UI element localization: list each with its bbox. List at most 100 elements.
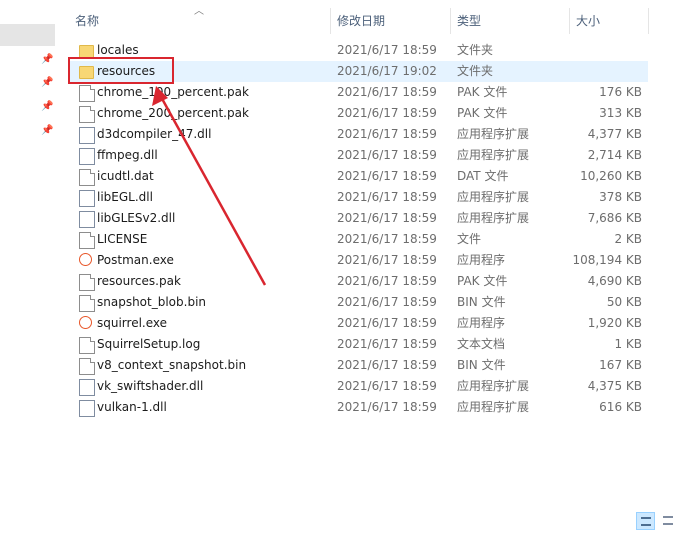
file-name: resources.pak xyxy=(97,274,181,288)
file-row[interactable]: resources.pak 2021/6/17 18:59 PAK 文件 4,690 … xyxy=(64,271,648,292)
sort-ascending-icon: ︿ xyxy=(194,6,204,17)
file-name: snapshot_blob.bin xyxy=(97,295,207,309)
file-size: 2 KB xyxy=(614,232,642,246)
file-size: 313 KB xyxy=(599,106,642,120)
dll-icon xyxy=(79,127,95,144)
file-name: libEGL.dll xyxy=(97,190,153,204)
file-name: squirrel.exe xyxy=(97,316,168,330)
file-row[interactable]: libEGL.dll 2021/6/17 18:59 应用程序扩展 378 KB xyxy=(64,187,648,208)
pin-icon[interactable]: 📌 xyxy=(41,55,53,65)
highlight-box xyxy=(68,57,174,84)
file-icon xyxy=(79,358,95,375)
file-size: 50 KB xyxy=(606,295,642,309)
column-type-header[interactable]: 类型 xyxy=(457,8,481,34)
file-name: SquirrelSetup.log xyxy=(97,337,201,351)
navigation-pane: 📌 📌 📌 📌 xyxy=(0,0,56,535)
file-type: BIN 文件 xyxy=(457,358,506,372)
file-row[interactable]: d3dcompiler_47.dll 2021/6/17 18:59 应用程序扩展 4… xyxy=(64,124,648,145)
file-size: 4,375 KB xyxy=(587,379,642,393)
file-row[interactable]: LICENSE 2021/6/17 18:59 文件 2 KB xyxy=(64,229,648,250)
file-icon xyxy=(79,169,95,186)
file-icon xyxy=(79,232,95,249)
file-row[interactable]: SquirrelSetup.log 2021/6/17 18:59 文本文档 1 KB xyxy=(64,334,648,355)
file-name: chrome_100_percent.pak xyxy=(97,85,249,99)
large-icons-view-button[interactable] xyxy=(659,512,678,530)
dll-icon xyxy=(79,148,95,165)
file-date: 2021/6/17 18:59 xyxy=(337,232,437,246)
column-modified-header[interactable]: 修改日期 xyxy=(337,8,385,34)
pin-icon[interactable]: 📌 xyxy=(41,126,53,136)
pin-icon[interactable]: 📌 xyxy=(41,102,53,112)
file-type: 应用程序扩展 xyxy=(457,190,530,204)
file-name: ffmpeg.dll xyxy=(97,148,158,162)
column-size-header[interactable]: 大小 xyxy=(576,8,600,34)
file-row[interactable]: v8_context_snapshot.bin 2021/6/17 18:59 BI… xyxy=(64,355,648,376)
file-date: 2021/6/17 18:59 xyxy=(337,85,437,99)
column-divider[interactable] xyxy=(648,8,649,34)
file-row[interactable]: chrome_200_percent.pak 2021/6/17 18:59 PAK… xyxy=(64,103,648,124)
file-date: 2021/6/17 18:59 xyxy=(337,295,437,309)
column-divider[interactable] xyxy=(330,8,331,34)
file-name: libGLESv2.dll xyxy=(97,211,176,225)
file-type: 文件 xyxy=(457,232,482,246)
details-view-button[interactable] xyxy=(636,512,655,530)
file-size: 1 KB xyxy=(614,337,642,351)
file-icon xyxy=(79,337,95,354)
file-icon xyxy=(79,274,95,291)
file-type: 应用程序 xyxy=(457,253,506,267)
view-mode-buttons xyxy=(636,512,682,530)
column-name-header[interactable]: 名称 xyxy=(75,8,99,34)
file-row[interactable]: vk_swiftshader.dll 2021/6/17 18:59 应用程序扩展 4… xyxy=(64,376,648,397)
dll-icon xyxy=(79,211,95,228)
file-date: 2021/6/17 18:59 xyxy=(337,190,437,204)
file-date: 2021/6/17 18:59 xyxy=(337,169,437,183)
file-type: 应用程序扩展 xyxy=(457,211,530,225)
file-row[interactable]: chrome_100_percent.pak 2021/6/17 18:59 PAK… xyxy=(64,82,648,103)
file-type: DAT 文件 xyxy=(457,169,509,183)
file-row[interactable]: ffmpeg.dll 2021/6/17 18:59 应用程序扩展 2,714 KB xyxy=(64,145,648,166)
file-type: PAK 文件 xyxy=(457,274,508,288)
file-row[interactable]: vulkan-1.dll 2021/6/17 18:59 应用程序扩展 616 KB xyxy=(64,397,648,418)
exe-icon xyxy=(79,253,92,266)
file-date: 2021/6/17 18:59 xyxy=(337,400,437,414)
file-row[interactable]: libGLESv2.dll 2021/6/17 18:59 应用程序扩展 7,686 … xyxy=(64,208,648,229)
file-type: PAK 文件 xyxy=(457,85,508,99)
file-type: 文件夹 xyxy=(457,43,494,57)
file-row[interactable]: Postman.exe 2021/6/17 18:59 应用程序 108,194 KB xyxy=(64,250,648,271)
file-date: 2021/6/17 18:59 xyxy=(337,106,437,120)
file-size: 4,690 KB xyxy=(587,274,642,288)
file-size: 4,377 KB xyxy=(587,127,642,141)
file-size: 176 KB xyxy=(599,85,642,99)
file-name: d3dcompiler_47.dll xyxy=(97,127,212,141)
file-date: 2021/6/17 18:59 xyxy=(337,358,437,372)
file-type: BIN 文件 xyxy=(457,295,506,309)
column-header: ︿ 名称 修改日期 类型 大小 xyxy=(64,6,654,34)
file-size: 378 KB xyxy=(599,190,642,204)
column-divider[interactable] xyxy=(450,8,451,34)
file-size: 10,260 KB xyxy=(580,169,642,183)
pin-icon[interactable]: 📌 xyxy=(41,78,53,88)
file-date: 2021/6/17 18:59 xyxy=(337,43,437,57)
file-name: chrome_200_percent.pak xyxy=(97,106,249,120)
file-icon xyxy=(79,85,95,102)
file-row[interactable]: icudtl.dat 2021/6/17 18:59 DAT 文件 10,260 KB xyxy=(64,166,648,187)
file-date: 2021/6/17 18:59 xyxy=(337,253,437,267)
exe-icon xyxy=(79,316,92,329)
file-size: 616 KB xyxy=(599,400,642,414)
nav-selected-item[interactable] xyxy=(0,24,55,46)
column-divider[interactable] xyxy=(569,8,570,34)
file-type: 文件夹 xyxy=(457,64,494,78)
dll-icon xyxy=(79,190,95,207)
file-size: 167 KB xyxy=(599,358,642,372)
file-date: 2021/6/17 18:59 xyxy=(337,316,437,330)
file-date: 2021/6/17 18:59 xyxy=(337,127,437,141)
file-type: 应用程序扩展 xyxy=(457,400,530,414)
file-name: vulkan-1.dll xyxy=(97,400,167,414)
file-row[interactable]: snapshot_blob.bin 2021/6/17 18:59 BIN 文件 50… xyxy=(64,292,648,313)
file-row[interactable]: squirrel.exe 2021/6/17 18:59 应用程序 1,920 KB xyxy=(64,313,648,334)
file-type: 应用程序扩展 xyxy=(457,379,530,393)
file-type: 应用程序扩展 xyxy=(457,148,530,162)
file-name: v8_context_snapshot.bin xyxy=(97,358,247,372)
file-date: 2021/6/17 18:59 xyxy=(337,379,437,393)
file-date: 2021/6/17 18:59 xyxy=(337,337,437,351)
